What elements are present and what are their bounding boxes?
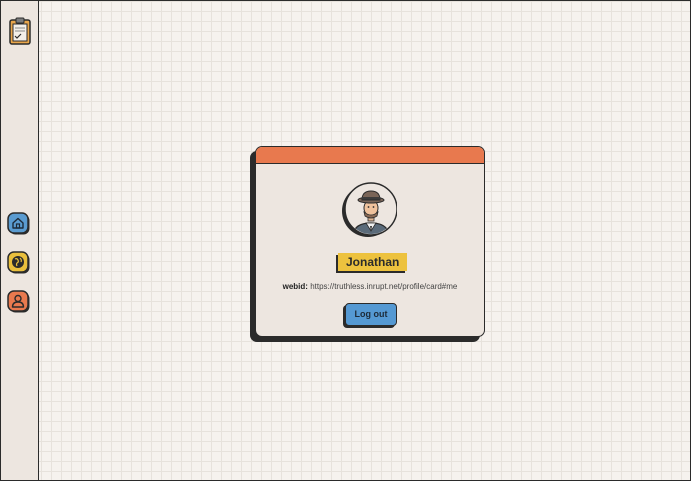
webid-value: https://truthless.inrupt.net/profile/car… [310, 282, 458, 291]
home-icon[interactable] [7, 212, 31, 236]
globe-icon[interactable] [7, 251, 31, 275]
app-frame: Jonathan webid: https://truthless.inrupt… [0, 0, 691, 481]
logout-button[interactable]: Log out [345, 303, 397, 326]
profile-name: Jonathan [338, 253, 408, 271]
detective-avatar [342, 182, 398, 237]
webid-row: webid: https://truthless.inrupt.net/prof… [256, 282, 484, 291]
webid-label: webid: [282, 282, 308, 291]
card-header [256, 147, 484, 164]
person-icon[interactable] [7, 290, 31, 314]
clipboard-icon[interactable] [8, 17, 32, 45]
profile-card: Jonathan webid: https://truthless.inrupt… [255, 146, 485, 337]
sidebar [1, 1, 39, 480]
